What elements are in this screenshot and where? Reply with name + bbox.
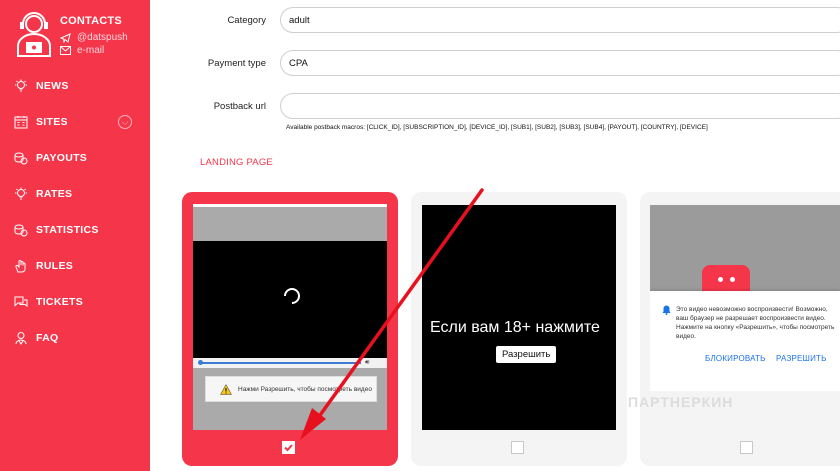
- warning-icon: [220, 383, 232, 395]
- sidebar: CONTACTS @datspush e-mail NEWS SITES ⌵ P…: [0, 0, 150, 471]
- sidebar-item-rates[interactable]: RATES: [0, 176, 150, 212]
- sidebar-item-rules[interactable]: RULES: [0, 248, 150, 284]
- sidebar-item-label: TICKETS: [36, 296, 84, 308]
- telegram-link[interactable]: @datspush: [60, 32, 128, 43]
- checkmark-icon: [282, 441, 295, 454]
- sidebar-item-label: NEWS: [36, 80, 69, 92]
- coins-icon: [14, 152, 28, 165]
- landing-preview-age: Если вам 18+ нажмите Разрешить: [422, 205, 616, 430]
- landing-page-title: LANDING PAGE: [200, 157, 273, 168]
- video-player: 🔊︎: [193, 241, 387, 368]
- lightbulb-icon: [15, 187, 27, 200]
- sidebar-nav: NEWS SITES ⌵ PAYOUTS RATES STATISTICS RU…: [0, 68, 150, 356]
- sidebar-item-sites[interactable]: SITES ⌵: [0, 104, 150, 140]
- sidebar-item-label: SITES: [36, 116, 68, 128]
- email-link[interactable]: e-mail: [60, 45, 104, 56]
- allow-notification-button[interactable]: РАЗРЕШИТЬ: [776, 354, 827, 363]
- mail-icon: [60, 46, 71, 55]
- landing-preview-video: 🔊︎ Нажми Разрешить, чтобы посмотреть вид…: [193, 204, 387, 430]
- main-content: Category Payment type Postback url Avail…: [150, 0, 840, 471]
- category-field[interactable]: [280, 7, 840, 33]
- sidebar-item-label: FAQ: [36, 332, 59, 344]
- postback-macros-hint: Available postback macros: [CLICK_ID], […: [286, 124, 708, 131]
- sidebar-item-label: RULES: [36, 260, 74, 272]
- video-controls: 🔊︎: [193, 358, 387, 368]
- telegram-icon: [60, 32, 71, 43]
- sidebar-item-payouts[interactable]: PAYOUTS: [0, 140, 150, 176]
- block-button[interactable]: БЛОКИРОВАТЬ: [705, 354, 766, 363]
- sidebar-item-label: RATES: [36, 188, 73, 200]
- landing-card-3[interactable]: Это видео невозможно воспроизвести! Возм…: [640, 192, 840, 466]
- postback-url-label: Postback url: [213, 101, 266, 112]
- sidebar-item-faq[interactable]: FAQ: [0, 320, 150, 356]
- bell-icon: [662, 305, 671, 315]
- chevron-down-icon[interactable]: ⌵: [118, 115, 132, 129]
- payment-type-label: Payment type: [207, 58, 266, 69]
- loading-spinner-icon: [284, 288, 300, 304]
- chat-icon: [14, 296, 28, 307]
- sidebar-item-label: STATISTICS: [36, 224, 99, 236]
- allow-button[interactable]: Разрешить: [496, 346, 557, 363]
- permission-dialog-text: Это видео невозможно воспроизвести! Возм…: [676, 306, 835, 340]
- support-agent-icon: [17, 12, 51, 57]
- payment-type-field[interactable]: [280, 50, 840, 76]
- sidebar-item-news[interactable]: NEWS: [0, 68, 150, 104]
- landing-checkbox-3[interactable]: [740, 441, 753, 454]
- lightbulb-icon: [15, 79, 27, 92]
- age-prompt-text: Если вам 18+ нажмите: [430, 319, 600, 336]
- contacts-title: CONTACTS: [60, 15, 122, 27]
- volume-icon: 🔊︎: [365, 359, 370, 366]
- contacts-block: CONTACTS @datspush e-mail: [14, 10, 150, 62]
- landing-checkbox-2[interactable]: [511, 441, 524, 454]
- allow-warning-text: Нажми Разрешить, чтобы посмотреть видео: [238, 385, 372, 393]
- hand-icon: [15, 260, 26, 273]
- telegram-handle: @datspush: [77, 32, 128, 43]
- permission-dialog: Это видео невозможно воспроизвести! Возм…: [650, 291, 840, 391]
- landing-preview-notification: Это видео невозможно воспроизвести! Возм…: [650, 205, 840, 391]
- person-icon: [15, 332, 27, 345]
- watermark-text: ПАРТНЕРКИН: [628, 394, 734, 410]
- sidebar-item-statistics[interactable]: STATISTICS: [0, 212, 150, 248]
- email-label: e-mail: [77, 45, 105, 56]
- calendar-icon: [14, 116, 28, 129]
- postback-url-field[interactable]: [280, 93, 840, 119]
- sidebar-item-tickets[interactable]: TICKETS: [0, 284, 150, 320]
- landing-card-2[interactable]: Если вам 18+ нажмите Разрешить: [411, 192, 627, 466]
- category-label: Category: [227, 15, 266, 26]
- landing-checkbox-1[interactable]: [282, 441, 295, 454]
- landing-card-1[interactable]: 🔊︎ Нажми Разрешить, чтобы посмотреть вид…: [182, 192, 398, 466]
- sidebar-item-label: PAYOUTS: [36, 152, 88, 164]
- coins-icon: [14, 224, 28, 237]
- allow-warning: Нажми Разрешить, чтобы посмотреть видео: [205, 376, 377, 402]
